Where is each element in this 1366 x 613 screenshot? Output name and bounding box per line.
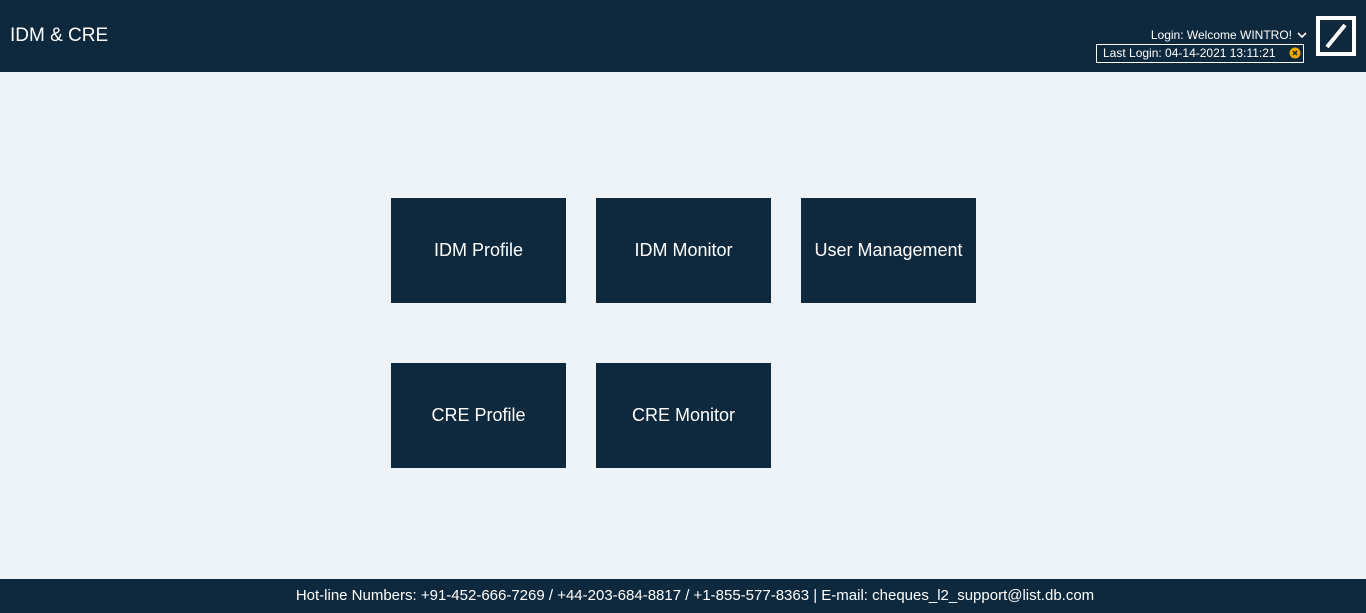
last-login-box: Last Login: 04-14-2021 13:11:21: [1096, 44, 1304, 63]
last-login-label: Last Login: 04-14-2021 13:11:21: [1103, 46, 1276, 60]
login-welcome-label: Login: Welcome WINTRO!: [1150, 28, 1292, 42]
tile-label: IDM Monitor: [634, 240, 733, 260]
tile-label: CRE Profile: [431, 405, 526, 425]
header-bar: IDM & CRE Login: Welcome WINTRO! Last Lo…: [0, 0, 1366, 72]
close-icon[interactable]: [1289, 47, 1301, 59]
tile-label: IDM Profile: [433, 240, 523, 260]
tile-label: CRE Monitor: [631, 405, 736, 425]
bank-logo-icon: [1316, 16, 1356, 56]
main-content: IDM Profile IDM Monitor User Management …: [0, 72, 1366, 579]
chevron-down-icon: [1297, 32, 1307, 39]
tile-label: User Management: [814, 240, 963, 260]
hotline-text: Hot-line Numbers: +91-452-666-7269 / +44…: [295, 587, 1095, 604]
tile-user-management[interactable]: User Management: [801, 198, 976, 303]
user-menu[interactable]: Login: Welcome WINTRO!: [1151, 28, 1308, 42]
tile-cre-monitor[interactable]: CRE Monitor: [596, 363, 771, 468]
tile-idm-profile[interactable]: IDM Profile: [391, 198, 566, 303]
footer-bar: Hot-line Numbers: +91-452-666-7269 / +44…: [0, 579, 1366, 613]
tile-idm-monitor[interactable]: IDM Monitor: [596, 198, 771, 303]
app-title: IDM & CRE: [10, 25, 109, 46]
tile-cre-profile[interactable]: CRE Profile: [391, 363, 566, 468]
